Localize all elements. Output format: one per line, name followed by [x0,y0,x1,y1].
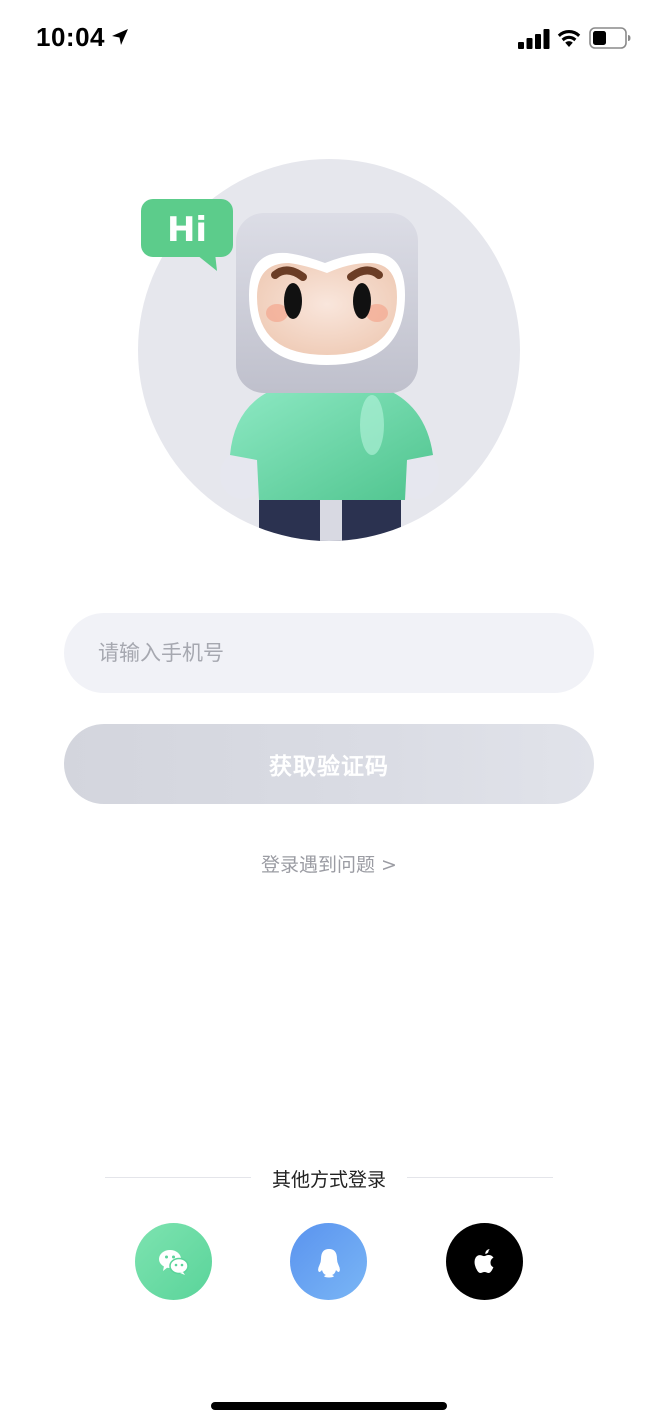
wechat-login-button[interactable] [135,1223,212,1300]
cellular-signal-icon [518,29,550,49]
location-arrow-icon [112,29,128,45]
wifi-icon [557,29,581,47]
apple-login-button[interactable] [446,1223,523,1300]
other-login-title: 其他方式登录 [271,1169,386,1191]
qq-login-button[interactable] [290,1223,367,1300]
other-login-divider: 其他方式登录 [105,1160,553,1196]
mascot-illustration: Hi [138,159,520,541]
divider-right [407,1177,553,1178]
bubble-text: Hi [167,210,207,250]
apple-icon [474,1248,493,1273]
phone-field[interactable] [64,613,594,693]
phone-input[interactable] [96,640,594,666]
get-code-button[interactable]: 获取验证码 [64,724,594,804]
wechat-icon [158,1249,189,1275]
status-bar: 10:04 [0,0,658,80]
login-help-link[interactable]: 登录遇到问题 > [0,850,658,877]
home-indicator [211,1402,447,1410]
status-time: 10:04 [36,22,105,52]
qq-penguin-icon [317,1248,340,1277]
battery-icon [589,27,631,49]
